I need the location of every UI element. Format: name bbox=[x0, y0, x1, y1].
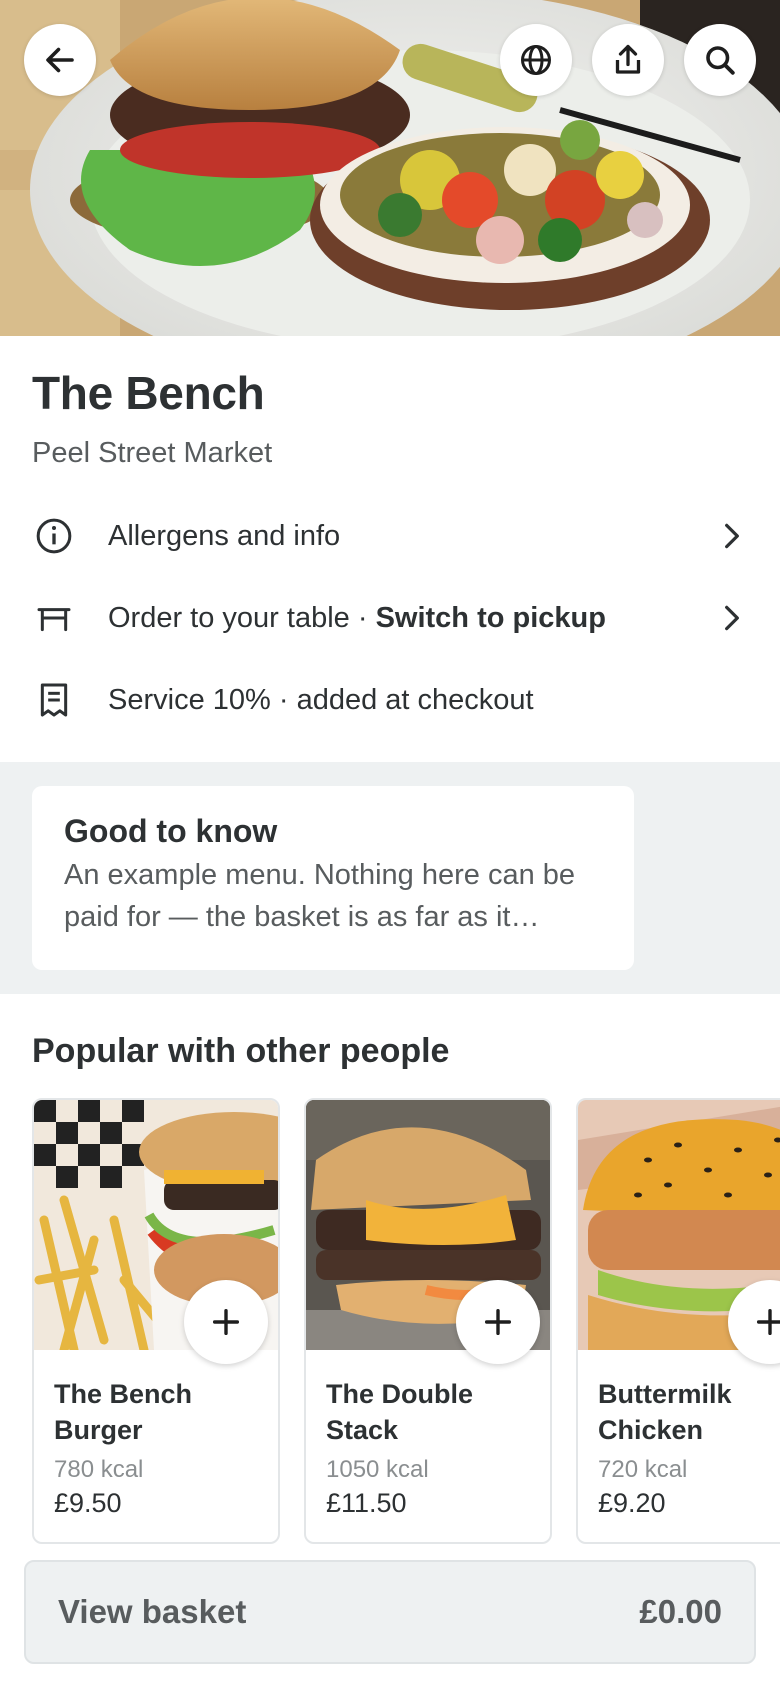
notice-section: Good to know An example menu. Nothing he… bbox=[0, 762, 780, 994]
table-icon bbox=[32, 596, 76, 640]
venue-subtitle: Peel Street Market bbox=[32, 437, 273, 469]
menu-item-price: £9.50 bbox=[54, 1488, 122, 1518]
basket-total: £0.00 bbox=[639, 1593, 722, 1630]
good-to-know-card[interactable]: Good to know An example menu. Nothing he… bbox=[32, 786, 634, 970]
popular-carousel[interactable]: The Bench Burger 780 kcal £9.50 The Doub… bbox=[32, 1098, 780, 1544]
menu-item-kcal: 780 kcal bbox=[54, 1456, 144, 1483]
view-basket-label: View basket bbox=[58, 1593, 247, 1630]
menu-item-price: £9.20 bbox=[598, 1488, 666, 1518]
menu-item-kcal: 720 kcal bbox=[598, 1456, 688, 1483]
service-row: Service 10% · added at checkout bbox=[32, 670, 748, 730]
globe-icon bbox=[521, 45, 551, 75]
menu-item-card[interactable]: Buttermilk Chicken 720 kcal £9.20 bbox=[576, 1098, 780, 1544]
menu-item-price: £11.50 bbox=[326, 1488, 407, 1518]
venue-header: The Bench Peel Street Market bbox=[32, 366, 748, 470]
search-button[interactable] bbox=[684, 24, 756, 96]
receipt-icon bbox=[32, 678, 76, 722]
table-order-text: Order to your table · Switch to pickup bbox=[108, 602, 716, 635]
venue-title: The Bench bbox=[32, 367, 265, 419]
plus-icon bbox=[484, 1308, 512, 1336]
chevron-right-icon bbox=[716, 520, 748, 552]
plus-icon bbox=[212, 1308, 240, 1336]
service-label: Service 10% · added at checkout bbox=[108, 683, 534, 716]
popular-section-title: Popular with other people bbox=[32, 1032, 450, 1070]
view-basket-button[interactable]: View basket £0.00 bbox=[24, 1560, 756, 1664]
menu-item-kcal: 1050 kcal bbox=[326, 1456, 429, 1483]
menu-item-card[interactable]: The Double Stack 1050 kcal £11.50 bbox=[304, 1098, 552, 1544]
menu-item-name: Buttermilk Chicken bbox=[598, 1379, 732, 1445]
notice-title: Good to know bbox=[64, 813, 278, 849]
chevron-right-icon bbox=[716, 602, 748, 634]
plus-icon bbox=[756, 1308, 780, 1336]
table-order-row[interactable]: Order to your table · Switch to pickup bbox=[32, 588, 748, 648]
share-icon bbox=[615, 44, 641, 74]
back-button[interactable] bbox=[24, 24, 96, 96]
menu-page: The Bench Peel Street Market Allergens a… bbox=[0, 0, 780, 1688]
search-icon bbox=[706, 46, 735, 75]
share-button[interactable] bbox=[592, 24, 664, 96]
allergens-label: Allergens and info bbox=[108, 519, 341, 552]
info-icon bbox=[32, 514, 76, 558]
menu-item-name: The Double Stack bbox=[326, 1379, 473, 1445]
allergens-row[interactable]: Allergens and info bbox=[32, 506, 748, 566]
table-order-label: Order to your table · bbox=[108, 601, 376, 634]
language-button[interactable] bbox=[500, 24, 572, 96]
add-to-basket-button[interactable] bbox=[456, 1280, 540, 1364]
menu-item-card[interactable]: The Bench Burger 780 kcal £9.50 bbox=[32, 1098, 280, 1544]
menu-item-name: The Bench Burger bbox=[54, 1379, 193, 1445]
notice-body: An example menu. Nothing here can be pai… bbox=[64, 859, 576, 933]
arrow-left-icon bbox=[46, 47, 74, 73]
hero-image bbox=[0, 0, 780, 336]
switch-to-pickup-link[interactable]: Switch to pickup bbox=[376, 602, 606, 634]
add-to-basket-button[interactable] bbox=[184, 1280, 268, 1364]
